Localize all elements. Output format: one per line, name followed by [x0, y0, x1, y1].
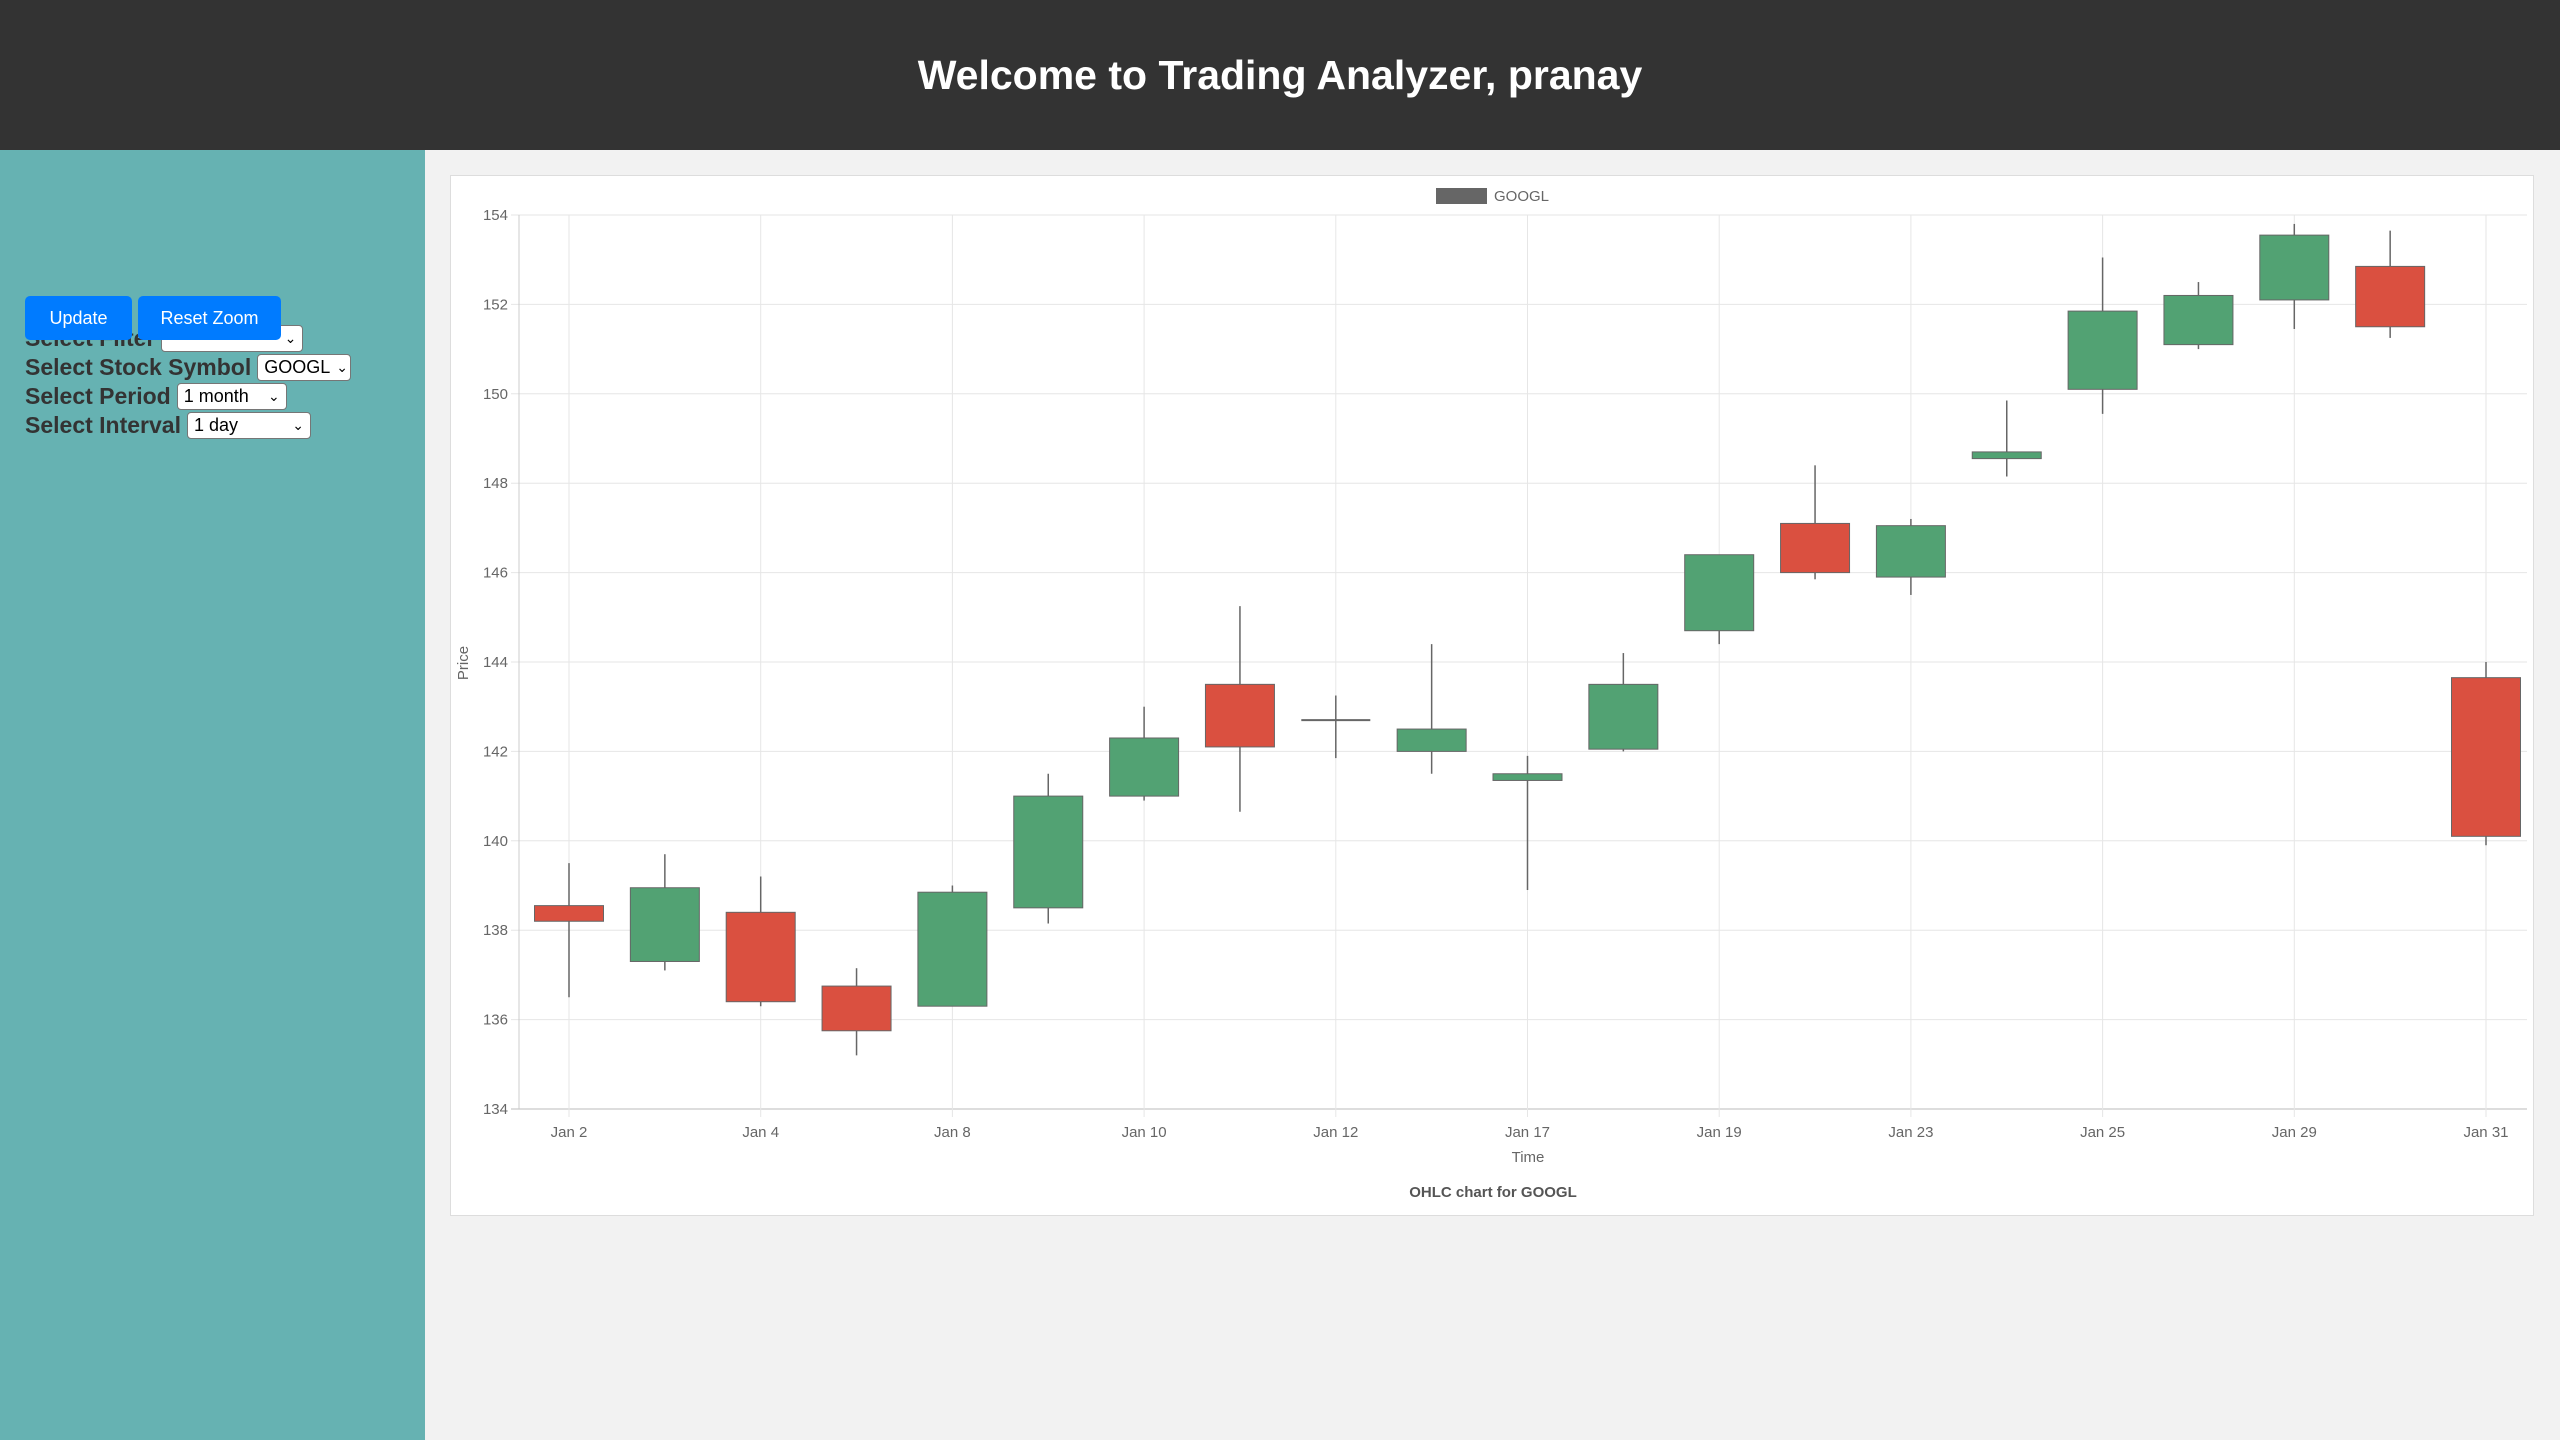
y-tick-label: 140 [483, 833, 508, 850]
update-button[interactable]: Update [25, 296, 132, 340]
candle-body [2067, 310, 2138, 390]
candle-body [917, 891, 988, 1007]
candle[interactable] [725, 876, 796, 1007]
x-tick-label: Jan 12 [1313, 1124, 1358, 1141]
symbol-label: Select Stock Symbol [25, 354, 252, 380]
x-axis: Jan 2 Jan 4 Jan 8 Jan 10 Jan 12 Jan 17 Jan 19 J… [551, 1124, 2509, 1141]
candle-body [1204, 683, 1275, 748]
candle-body [1875, 525, 1946, 578]
interval-label: Select Interval [25, 412, 181, 438]
candle[interactable] [1301, 695, 1371, 759]
symbol-select[interactable]: GOOGL ⌄ [257, 354, 352, 381]
y-tick-label: 150 [483, 386, 508, 403]
interval-value: 1 day [193, 415, 239, 435]
candle[interactable] [629, 854, 700, 971]
x-tick-label: Jan 23 [1888, 1124, 1933, 1141]
candle-body [2451, 677, 2521, 837]
candle-body [1109, 737, 1180, 797]
candle[interactable] [1204, 606, 1275, 812]
candle-body [1780, 522, 1851, 574]
x-tick-label: Jan 17 [1505, 1124, 1550, 1141]
candle[interactable] [2163, 282, 2234, 350]
y-tick-label: 136 [483, 1012, 508, 1029]
y-tick-label: 142 [483, 743, 508, 760]
candle-body [534, 905, 604, 922]
reset-zoom-button[interactable]: Reset Zoom [138, 296, 281, 340]
chevron-down-icon: ⌄ [292, 417, 304, 433]
candle-body [2355, 265, 2426, 328]
period-value: 1 month [183, 386, 249, 406]
candle-body [629, 887, 700, 962]
candle[interactable] [2355, 230, 2426, 338]
legend[interactable]: GOOGL [1436, 188, 1549, 205]
interval-select[interactable]: 1 day ⌄ [186, 412, 311, 439]
period-select[interactable]: 1 month ⌄ [176, 383, 287, 410]
y-tick-label: 152 [483, 296, 508, 313]
y-tick-label: 138 [483, 922, 508, 939]
chevron-down-icon: ⌄ [284, 330, 297, 346]
period-label: Select Period [25, 383, 171, 409]
x-tick-label: Jan 29 [2272, 1124, 2317, 1141]
candle-body [2163, 294, 2234, 346]
x-tick-label: Jan 31 [2463, 1124, 2508, 1141]
candle[interactable] [1013, 773, 1084, 924]
period-row: Select Period 1 month ⌄ [25, 382, 287, 411]
candle[interactable] [1492, 755, 1563, 890]
x-tick-label: Jan 10 [1122, 1124, 1167, 1141]
chevron-down-icon: ⌄ [268, 388, 280, 404]
candle[interactable] [2451, 662, 2521, 846]
chart-container: 134 136 138 140 142 144 146 148 150 152 154 Jan 2J… [450, 175, 2534, 1216]
x-tick-label: Jan 19 [1697, 1124, 1742, 1141]
y-axis-label: Price [455, 646, 472, 680]
candle-body [1684, 554, 1755, 632]
x-tick-label: Jan 8 [934, 1124, 971, 1141]
candle[interactable] [2259, 223, 2330, 329]
legend-label: GOOGL [1494, 188, 1549, 205]
candle[interactable] [1971, 400, 2042, 477]
chart-grid [511, 214, 2527, 1117]
candle[interactable] [1396, 644, 1467, 774]
candle[interactable] [917, 885, 988, 1007]
x-tick-label: Jan 2 [551, 1124, 588, 1141]
page-title: Welcome to Trading Analyzer, pranay [917, 51, 1643, 98]
candle-body [725, 911, 796, 1003]
candle-body [1971, 451, 2042, 460]
interval-row: Select Interval 1 day ⌄ [25, 411, 311, 440]
candle-body [1013, 795, 1084, 909]
y-tick-label: 144 [483, 654, 508, 671]
x-tick-label: Jan 25 [2080, 1124, 2125, 1141]
candle-body [1588, 683, 1659, 750]
candle[interactable] [1109, 706, 1180, 801]
symbol-value: GOOGL [264, 357, 331, 377]
app-header: Welcome to Trading Analyzer, pranay [0, 0, 2560, 150]
candle[interactable] [1684, 554, 1755, 645]
candle[interactable] [2067, 257, 2138, 414]
candle[interactable] [1875, 518, 1946, 595]
x-axis-label: Time [1512, 1149, 1545, 1166]
candle[interactable] [1588, 653, 1659, 752]
y-axis: 134 136 138 140 142 144 146 148 150 152 154 [483, 207, 508, 1118]
ohlc-chart[interactable]: 134136138140142144146148150152154 Jan 2J… [451, 176, 2535, 1217]
symbol-row: Select Stock Symbol GOOGL ⌄ [25, 353, 352, 382]
candle-body [1396, 728, 1467, 752]
x-tick-label: Jan 4 [742, 1124, 779, 1141]
candle[interactable] [1780, 465, 1851, 580]
y-tick-label: 154 [483, 207, 508, 224]
candle-body [821, 985, 892, 1032]
candle[interactable] [821, 968, 892, 1056]
sidebar: Select Filter ⌄ Select Stock Symbol GOOG… [0, 150, 425, 1440]
y-tick-label: 146 [483, 565, 508, 582]
legend-swatch [1436, 188, 1487, 204]
chevron-down-icon: ⌄ [336, 359, 348, 375]
y-tick-label: 134 [483, 1101, 508, 1118]
candle-body [1492, 773, 1563, 781]
candle-body [2259, 234, 2330, 301]
chart-title: OHLC chart for GOOGL [1409, 1184, 1577, 1201]
y-tick-label: 148 [483, 475, 508, 492]
